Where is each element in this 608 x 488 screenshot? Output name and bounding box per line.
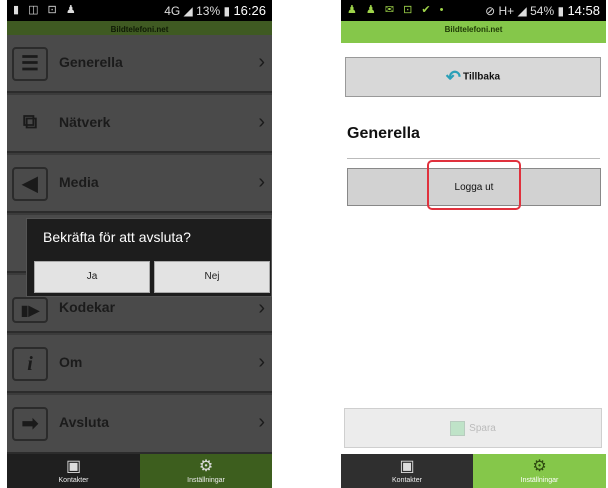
chevron-right-icon: › <box>258 171 265 193</box>
chevron-right-icon: › <box>258 297 265 319</box>
media-icon: ◀ <box>12 167 48 201</box>
gear-icon: ⚙ <box>198 458 214 475</box>
tab-label: Inställningar <box>520 477 559 484</box>
no-button[interactable]: Nej <box>154 261 270 293</box>
contacts-book-icon: ▣ <box>399 458 415 475</box>
back-arrow-icon: ↶ <box>445 67 462 87</box>
yes-button[interactable]: Ja <box>34 261 150 293</box>
app-title: Bildtelefoni.net <box>444 25 503 34</box>
menu-item-natverk[interactable]: ⧉ Nätverk › <box>7 95 272 153</box>
tab-label: Kontakter <box>58 477 89 484</box>
tab-label: Kontakter <box>392 477 422 484</box>
signal-icon: ◢ <box>517 4 527 18</box>
phone-right: ♟ ♟ ✉ ⊡ ✔ • ⊘ H+ ◢ 54% ▮ 14:58 Bildtelef… <box>341 0 606 488</box>
bottom-tab-bar: ▣ Kontakter ⚙ Inställningar <box>341 454 606 488</box>
menu-item-label: Kodekar <box>59 299 116 315</box>
signal-icon: ◢ <box>183 4 193 18</box>
dialog-message: Bekräfta för att avsluta? <box>43 229 191 245</box>
network-icon: ⧉ <box>22 111 38 133</box>
menu-item-avsluta[interactable]: ➡ Avsluta › <box>7 395 272 454</box>
status-icons: ♟ ♟ ✉ ⊡ ✔ • <box>347 4 447 16</box>
status-right: 4G ◢ 13% ▮ 16:26 <box>164 3 266 18</box>
tab-label: Inställningar <box>187 477 225 484</box>
battery-icon: ▮ <box>557 4 565 18</box>
chevron-right-icon: › <box>258 111 265 133</box>
save-disk-icon <box>450 420 466 436</box>
chevron-right-icon: › <box>258 411 265 433</box>
gear-icon: ⚙ <box>532 458 547 475</box>
battery-level: 54% <box>530 4 555 18</box>
tab-kontakter[interactable]: ▣ Kontakter <box>341 454 473 488</box>
tab-installningar[interactable]: ⚙ Inställningar <box>473 454 606 488</box>
bottom-tab-bar: ▣ Kontakter ⚙ Inställningar <box>7 454 272 488</box>
mute-icon: ⊘ <box>485 4 496 18</box>
menu-item-om[interactable]: i Om › <box>7 335 272 393</box>
back-label: Tillbaka <box>463 71 501 83</box>
clock: 14:58 <box>567 3 600 18</box>
info-icon: i <box>12 347 48 381</box>
menu-item-label: Om <box>59 354 83 370</box>
divider <box>347 158 600 159</box>
menu-item-label: Generella <box>59 54 123 70</box>
status-icons: ▮ ◫ ⊡ ♟ <box>13 4 79 16</box>
menu-item-media[interactable]: ◀ Media › <box>7 155 272 213</box>
phone-left: ▮ ◫ ⊡ ♟ 4G ◢ 13% ▮ 16:26 Bildtelefoni.ne… <box>7 0 272 488</box>
clock: 16:26 <box>233 3 266 18</box>
status-bar: ♟ ♟ ✉ ⊡ ✔ • ⊘ H+ ◢ 54% ▮ 14:58 <box>341 0 606 21</box>
status-bar: ▮ ◫ ⊡ ♟ 4G ◢ 13% ▮ 16:26 <box>7 0 272 21</box>
page-title: Generella <box>347 125 420 142</box>
network-type: 4G <box>164 4 181 18</box>
save-label: Spara <box>469 423 496 434</box>
contacts-book-icon: ▣ <box>65 458 82 475</box>
chevron-right-icon: › <box>258 51 265 73</box>
save-button[interactable]: Spara <box>344 408 602 448</box>
confirm-exit-dialog: Bekräfta för att avsluta? Ja Nej <box>26 218 272 297</box>
tab-kontakter[interactable]: ▣ Kontakter <box>7 454 140 488</box>
exit-icon: ➡ <box>12 407 48 441</box>
back-button[interactable]: ↶ Tillbaka <box>345 57 601 97</box>
battery-level: 13% <box>196 4 221 18</box>
battery-icon: ▮ <box>223 4 231 18</box>
status-right: ⊘ H+ ◢ 54% ▮ 14:58 <box>485 3 600 18</box>
menu-item-label: Avsluta <box>59 414 110 430</box>
menu-icon: ☰ <box>12 47 48 81</box>
menu-item-label: Nätverk <box>59 114 111 130</box>
app-title: Bildtelefoni.net <box>110 25 169 34</box>
app-bar: Bildtelefoni.net <box>341 21 606 43</box>
tab-installningar[interactable]: ⚙ Inställningar <box>140 454 272 488</box>
chevron-right-icon: › <box>258 351 265 373</box>
highlight-box <box>427 160 521 210</box>
network-type: H+ <box>498 4 515 18</box>
menu-item-label: Media <box>59 174 99 190</box>
codec-icon: ▮▶ <box>12 297 48 323</box>
menu-item-generella[interactable]: ☰ Generella › <box>7 35 272 93</box>
